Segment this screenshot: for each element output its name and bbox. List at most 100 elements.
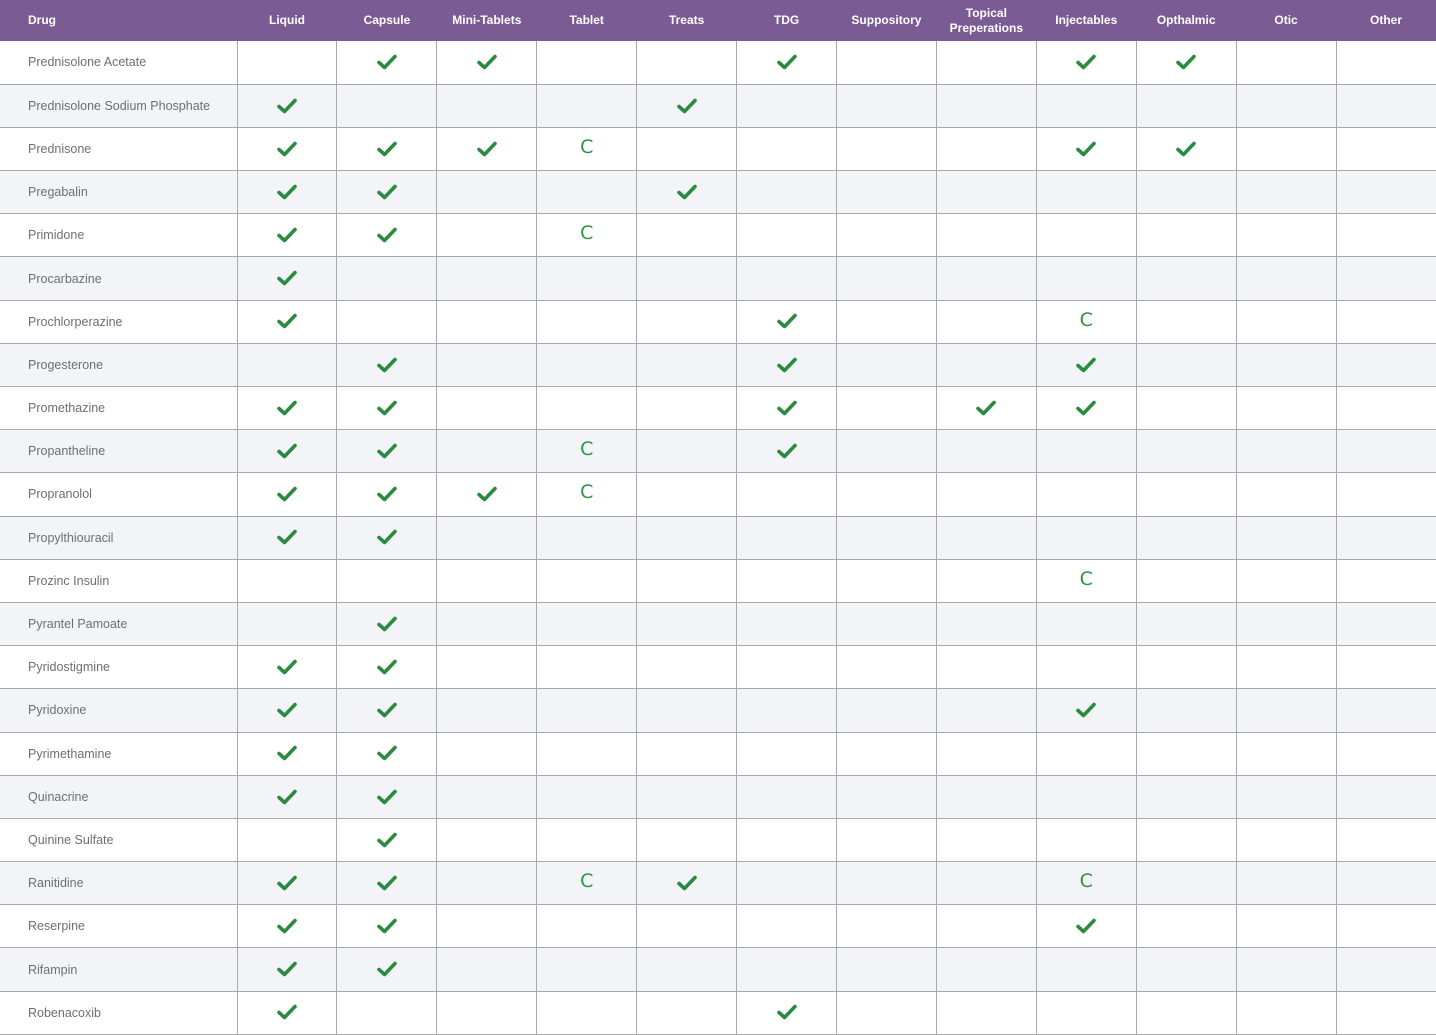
availability-cell	[536, 300, 638, 344]
checkmark-icon	[377, 226, 397, 243]
availability-cell	[436, 429, 538, 474]
availability-cell: C	[536, 127, 638, 172]
availability-cell	[736, 343, 837, 388]
table-row: Rifampin	[0, 947, 1436, 992]
column-header: Other	[1336, 0, 1436, 41]
availability-cell	[536, 818, 638, 863]
availability-cell	[237, 732, 338, 776]
table-row: Primidone C	[0, 213, 1436, 258]
compound-letter: C	[1079, 870, 1093, 893]
drug-name-cell: Quinacrine	[0, 775, 238, 819]
availability-cell	[736, 991, 837, 1035]
availability-cell	[536, 732, 638, 776]
column-header: Injectables	[1036, 0, 1137, 41]
availability-cell	[536, 559, 638, 603]
availability-cell	[936, 861, 1037, 906]
availability-cell	[436, 904, 538, 949]
availability-cell	[536, 904, 638, 949]
checkmark-icon	[477, 140, 497, 157]
availability-cell	[1236, 256, 1337, 301]
availability-cell	[636, 688, 738, 733]
drug-name-cell: Prednisolone Sodium Phosphate	[0, 84, 238, 128]
column-header: Treats	[636, 0, 737, 41]
drug-name-cell: Propantheline	[0, 429, 238, 474]
availability-cell	[636, 343, 738, 388]
availability-cell	[836, 645, 937, 690]
availability-cell	[1236, 343, 1337, 388]
availability-cell	[1236, 516, 1337, 560]
availability-cell	[536, 688, 638, 733]
availability-cell	[1236, 688, 1337, 733]
availability-cell	[1336, 861, 1436, 906]
availability-cell	[736, 429, 837, 474]
availability-cell	[836, 170, 937, 215]
checkmark-icon	[277, 1004, 297, 1021]
availability-cell	[736, 213, 837, 258]
availability-cell	[336, 602, 438, 647]
availability-cell	[336, 343, 438, 388]
availability-cell	[237, 300, 338, 344]
availability-cell	[736, 861, 837, 906]
compound-letter: C	[1079, 308, 1093, 331]
availability-cell	[1036, 991, 1137, 1035]
checkmark-icon	[377, 399, 397, 416]
drug-name-cell: Pregabalin	[0, 170, 238, 215]
availability-cell	[536, 602, 638, 647]
availability-cell	[1136, 818, 1237, 863]
table-row: Ranitidine C C	[0, 861, 1436, 906]
availability-cell	[1036, 429, 1137, 474]
table-row: Prednisolone Acetate	[0, 41, 1436, 85]
availability-cell	[1336, 429, 1436, 474]
availability-cell	[1336, 516, 1436, 560]
table-header: Drug Liquid Capsule Mini-Tablets Tablet Treat…	[0, 0, 1436, 41]
compound-letter: C	[580, 438, 594, 461]
availability-cell	[736, 775, 837, 819]
availability-cell	[1136, 991, 1237, 1035]
checkmark-icon	[377, 658, 397, 675]
table-row: Pyridostigmine	[0, 645, 1436, 690]
checkmark-icon	[277, 399, 297, 416]
availability-cell	[336, 861, 438, 906]
availability-cell	[936, 41, 1037, 85]
availability-cell	[836, 602, 937, 647]
availability-cell	[936, 84, 1037, 128]
availability-cell	[736, 559, 837, 603]
drug-name-cell: Rifampin	[0, 947, 238, 992]
availability-cell	[836, 861, 937, 906]
availability-cell	[1136, 472, 1237, 517]
availability-cell	[636, 127, 738, 172]
availability-cell	[237, 429, 338, 474]
checkmark-icon	[1076, 399, 1097, 416]
availability-cell	[1336, 602, 1436, 647]
availability-cell	[836, 213, 937, 258]
availability-cell	[736, 645, 837, 690]
availability-cell	[1036, 127, 1137, 172]
availability-cell	[1136, 559, 1237, 603]
availability-cell	[1136, 84, 1237, 128]
availability-cell	[1136, 300, 1237, 344]
availability-cell	[1136, 256, 1237, 301]
availability-cell	[1336, 775, 1436, 819]
drug-name-cell: Primidone	[0, 213, 238, 258]
checkmark-icon	[1076, 53, 1097, 70]
availability-cell	[237, 559, 338, 603]
availability-cell	[237, 84, 338, 128]
availability-cell	[336, 41, 438, 85]
availability-cell	[936, 516, 1037, 560]
checkmark-icon	[377, 874, 397, 891]
availability-cell: C	[1036, 300, 1137, 344]
availability-cell	[436, 732, 538, 776]
availability-cell	[1136, 343, 1237, 388]
availability-cell	[536, 170, 638, 215]
availability-cell	[1036, 947, 1137, 992]
availability-cell	[1036, 516, 1137, 560]
availability-cell	[1336, 41, 1436, 85]
availability-cell: C	[536, 472, 638, 517]
drug-name-cell: Prednisolone Acetate	[0, 41, 238, 85]
checkmark-icon	[1076, 917, 1097, 934]
checkmark-icon	[1076, 701, 1097, 718]
availability-cell	[336, 688, 438, 733]
availability-cell	[1236, 991, 1337, 1035]
availability-cell	[336, 516, 438, 560]
availability-cell	[936, 429, 1037, 474]
